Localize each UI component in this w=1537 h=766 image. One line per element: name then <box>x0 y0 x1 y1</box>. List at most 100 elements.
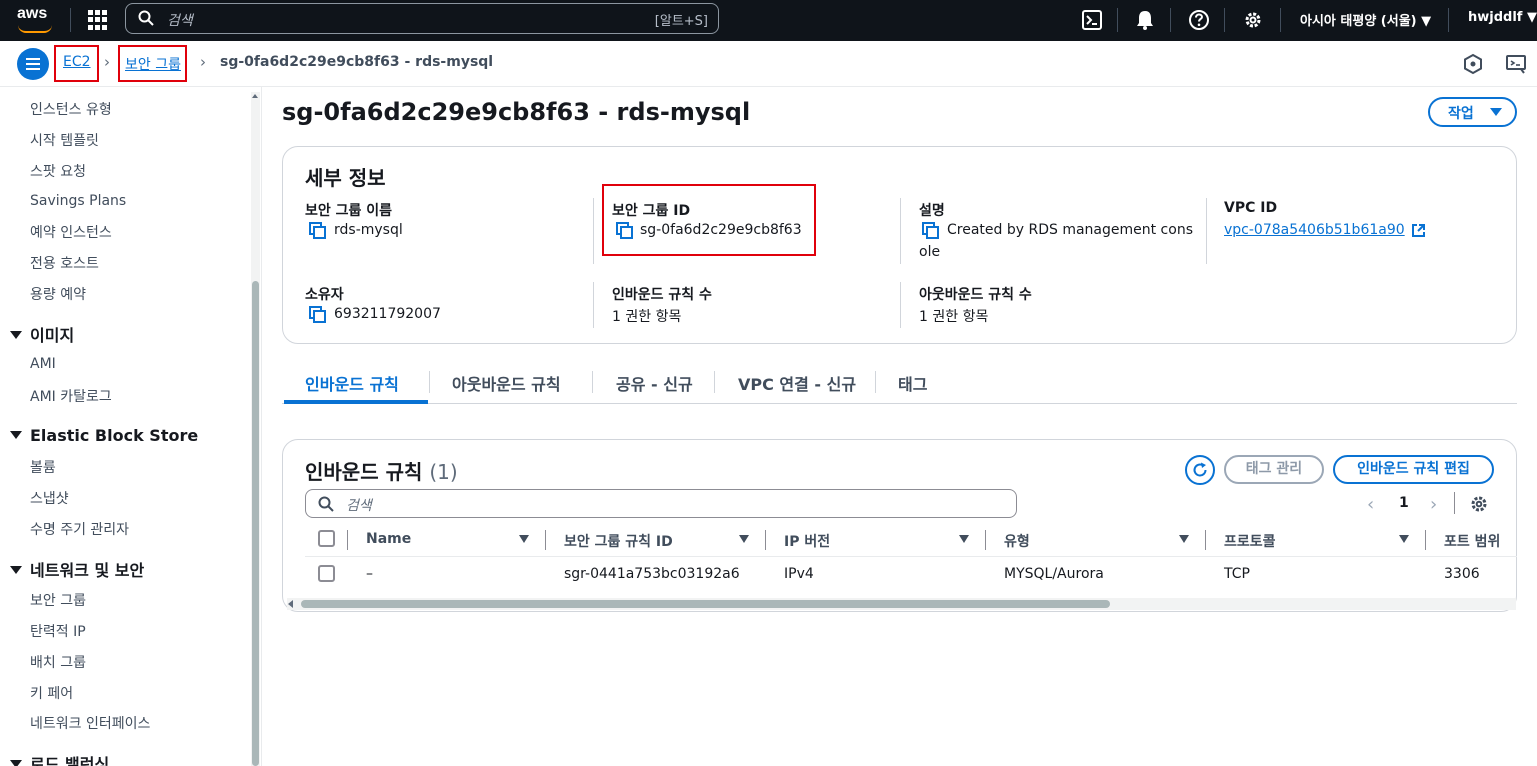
external-link-icon[interactable] <box>1411 223 1426 238</box>
sidebar-item-elastic-ips[interactable]: 탄력적 IP <box>30 621 86 641</box>
scrollbar-thumb[interactable] <box>252 281 259 766</box>
scrollbar-thumb[interactable] <box>301 600 1110 608</box>
caret-down-icon <box>10 431 22 439</box>
outbound-count-value: 1 권한 항목 <box>919 309 989 325</box>
details-title: 세부 정보 <box>305 166 386 190</box>
sidebar-item-dedicated-hosts[interactable]: 전용 호스트 <box>30 253 99 273</box>
aws-logo-text: aws <box>17 5 48 22</box>
chevron-left-icon[interactable]: ‹ <box>1367 494 1374 515</box>
cloudshell-icon[interactable] <box>1081 9 1103 31</box>
sidebar-item-ami-catalog[interactable]: AMI 카탈로그 <box>30 386 112 406</box>
sidebar-item-instance-types[interactable]: 인스턴스 유형 <box>30 99 112 119</box>
sidebar-section-images[interactable]: 이미지 <box>10 322 74 346</box>
sidebar-item-placement-groups[interactable]: 배치 그룹 <box>30 652 86 672</box>
sidebar-item-network-interfaces[interactable]: 네트워크 인터페이스 <box>30 713 150 733</box>
gear-icon[interactable] <box>1242 9 1264 31</box>
sidebar-item-launch-templates[interactable]: 시작 템플릿 <box>30 130 99 150</box>
sidebar-item-spot-requests[interactable]: 스팟 요청 <box>30 161 86 181</box>
copy-icon[interactable] <box>309 306 327 324</box>
sidebar-section-ebs[interactable]: Elastic Block Store <box>10 426 198 445</box>
sidebar-item-volumes[interactable]: 볼륨 <box>30 457 56 477</box>
table-settings-gear-icon[interactable] <box>1469 494 1489 514</box>
aws-logo[interactable]: aws <box>17 5 55 35</box>
table-search-input[interactable]: 검색 <box>305 489 1017 518</box>
sort-caret-icon[interactable] <box>1179 535 1189 543</box>
inbound-rules-card <box>282 439 1517 612</box>
bell-icon[interactable] <box>1134 9 1156 31</box>
caret-down-icon <box>1490 108 1502 116</box>
tab-vpc-associations[interactable]: VPC 연결 - 신규 <box>738 371 856 395</box>
sidebar-item-key-pairs[interactable]: 키 페어 <box>30 683 73 703</box>
global-search-input[interactable]: 검색 [알트+S] <box>125 3 719 34</box>
actions-button[interactable]: 작업 <box>1428 97 1517 127</box>
inbound-rules-count: (1) <box>429 460 458 484</box>
page-number[interactable]: 1 <box>1399 495 1409 511</box>
chevron-right-icon[interactable]: › <box>1430 494 1437 515</box>
services-grid-icon[interactable] <box>88 10 108 30</box>
search-placeholder: 검색 <box>167 13 193 29</box>
tab-sharing[interactable]: 공유 - 신규 <box>616 371 693 395</box>
manage-tags-button[interactable]: 태그 관리 <box>1224 455 1324 484</box>
sort-caret-icon[interactable] <box>519 535 529 543</box>
feedback-icon[interactable] <box>1505 53 1527 75</box>
active-tab-indicator <box>284 400 428 404</box>
tab-divider <box>875 371 876 393</box>
vpc-id-link[interactable]: vpc-078a5406b51b61a90 <box>1224 222 1405 238</box>
cell-name: – <box>366 566 373 582</box>
col-header-ip-version[interactable]: IP 버전 <box>784 531 830 551</box>
sg-name-value: rds-mysql <box>334 222 403 238</box>
nav-divider <box>70 8 71 32</box>
sidebar-item-capacity-reservations[interactable]: 용량 예약 <box>30 284 86 304</box>
tab-outbound-rules[interactable]: 아웃바운드 규칙 <box>452 371 561 395</box>
refresh-button[interactable] <box>1185 455 1215 485</box>
column-divider <box>765 530 766 550</box>
select-all-checkbox[interactable] <box>318 530 335 547</box>
cell-ip-version: IPv4 <box>784 566 814 582</box>
sidebar-scrollbar[interactable] <box>251 92 260 766</box>
sort-caret-icon[interactable] <box>739 535 749 543</box>
sidebar-section-load-balancing[interactable]: 로드 밸런싱 <box>10 751 109 766</box>
column-divider <box>985 530 986 550</box>
scroll-left-icon[interactable] <box>288 600 293 608</box>
sidebar-item-reserved-instances[interactable]: 예약 인스턴스 <box>30 222 112 242</box>
col-header-protocol[interactable]: 프로토콜 <box>1224 531 1276 551</box>
col-header-rule-id[interactable]: 보안 그룹 규칙 ID <box>564 531 673 551</box>
column-divider <box>347 530 348 550</box>
sort-caret-icon[interactable] <box>959 535 969 543</box>
tab-divider <box>714 371 715 393</box>
chevron-right-icon: › <box>104 53 110 71</box>
highlight-box <box>54 45 99 82</box>
account-menu[interactable]: hwjddlf ▼ <box>1468 10 1537 25</box>
sidebar-item-savings-plans[interactable]: Savings Plans <box>30 193 126 209</box>
column-divider <box>900 198 901 264</box>
owner-label: 소유자 <box>305 287 344 303</box>
sidebar-item-lifecycle-manager[interactable]: 수명 주기 관리자 <box>30 519 129 539</box>
region-selector[interactable]: 아시아 태평양 (서울) ▼ <box>1300 10 1431 29</box>
owner-value: 693211792007 <box>334 306 441 322</box>
col-header-name[interactable]: Name <box>366 531 411 547</box>
nav-divider <box>1224 8 1225 32</box>
sidebar-item-ami[interactable]: AMI <box>30 356 56 372</box>
help-icon[interactable] <box>1188 9 1210 31</box>
status-icon[interactable] <box>1462 53 1484 75</box>
tab-tags[interactable]: 태그 <box>898 371 927 395</box>
edit-inbound-rules-button[interactable]: 인바운드 규칙 편집 <box>1333 455 1494 484</box>
col-header-type[interactable]: 유형 <box>1004 531 1030 551</box>
tab-inbound-rules[interactable]: 인바운드 규칙 <box>305 371 399 395</box>
description-value-wrap: ole <box>919 244 941 260</box>
table-horizontal-scrollbar[interactable] <box>287 598 1516 610</box>
header-row-line <box>305 556 1517 557</box>
copy-icon[interactable] <box>922 222 940 240</box>
highlight-box <box>118 45 187 82</box>
row-checkbox[interactable] <box>318 565 335 582</box>
sidebar-item-security-groups[interactable]: 보안 그룹 <box>30 590 86 610</box>
sort-caret-icon[interactable] <box>1399 535 1409 543</box>
copy-icon[interactable] <box>309 222 327 240</box>
side-menu-button[interactable] <box>17 48 49 80</box>
sidebar-item-snapshots[interactable]: 스냅샷 <box>30 488 69 508</box>
col-header-port-range[interactable]: 포트 범위 <box>1444 531 1500 551</box>
scroll-up-icon[interactable] <box>252 94 258 98</box>
top-navigation: aws 검색 [알트+S] 아시아 태평양 (서울) ▼ hwjddlf ▼ <box>0 0 1537 41</box>
nav-divider <box>1448 8 1449 32</box>
sidebar-section-network[interactable]: 네트워크 및 보안 <box>10 557 144 581</box>
